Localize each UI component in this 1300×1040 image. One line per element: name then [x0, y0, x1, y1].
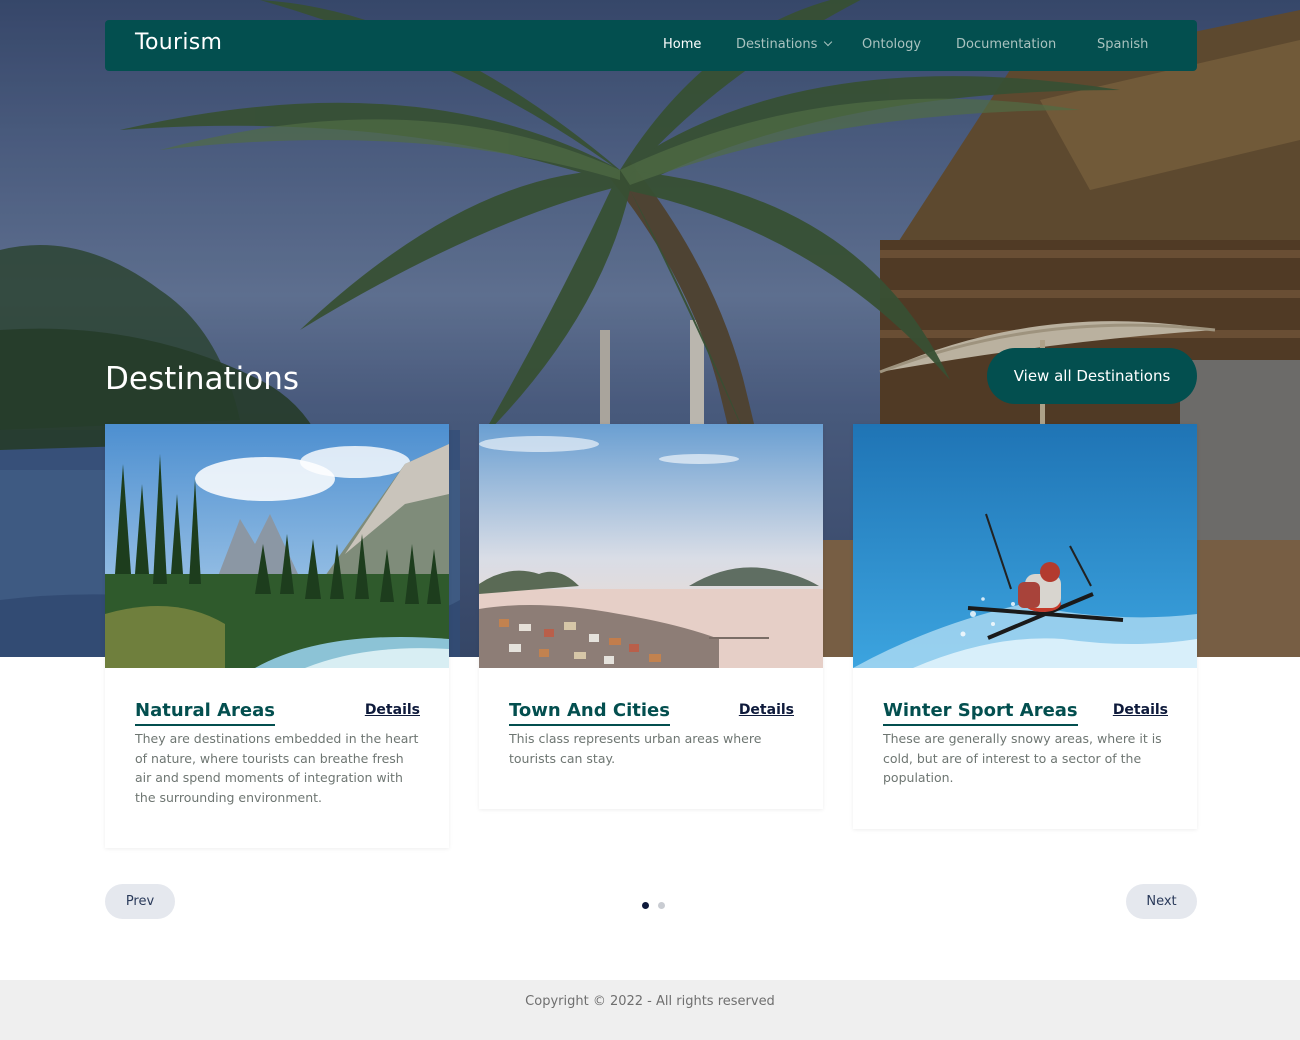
- details-link[interactable]: Details: [739, 702, 794, 718]
- nav-ontology[interactable]: Ontology: [862, 37, 921, 52]
- top-navbar: Tourism Home Destinations Ontology Docum…: [105, 20, 1197, 71]
- details-link[interactable]: Details: [365, 702, 420, 718]
- nav-home[interactable]: Home: [663, 37, 701, 52]
- nav-documentation[interactable]: Documentation: [956, 37, 1056, 52]
- details-link[interactable]: Details: [1113, 702, 1168, 718]
- card-image-town-and-cities: [479, 424, 823, 668]
- section-title: Destinations: [105, 361, 300, 397]
- card-title: Winter Sport Areas: [883, 700, 1078, 726]
- card-body: Winter Sport Areas Details These are gen…: [853, 668, 1197, 818]
- copyright-text: Copyright © 2022 - All rights reserved: [525, 994, 775, 1009]
- brand-logo[interactable]: Tourism: [135, 30, 222, 55]
- destination-card-natural-areas: Natural Areas Details They are destinati…: [105, 424, 449, 848]
- card-body: Natural Areas Details They are destinati…: [105, 668, 449, 837]
- view-all-destinations-button[interactable]: View all Destinations: [987, 348, 1197, 404]
- chevron-down-icon: [824, 37, 833, 47]
- nav-spanish[interactable]: Spanish: [1097, 37, 1148, 52]
- card-image-winter-sport-areas: [853, 424, 1197, 668]
- card-title: Natural Areas: [135, 700, 275, 726]
- destination-card-winter-sport-areas: Winter Sport Areas Details These are gen…: [853, 424, 1197, 829]
- next-button[interactable]: Next: [1126, 884, 1197, 919]
- nav-destinations[interactable]: Destinations: [736, 37, 833, 52]
- card-body: Town And Cities Details This class repre…: [479, 668, 823, 798]
- card-image-natural-areas: [105, 424, 449, 668]
- card-description: This class represents urban areas where …: [509, 731, 762, 766]
- card-description: They are destinations embedded in the he…: [135, 731, 419, 805]
- carousel-dot-1[interactable]: [642, 902, 649, 909]
- card-description: These are generally snowy areas, where i…: [883, 731, 1162, 785]
- prev-button[interactable]: Prev: [105, 884, 175, 919]
- card-title: Town And Cities: [509, 700, 670, 726]
- nav-destinations-label: Destinations: [736, 37, 818, 52]
- carousel-dot-2[interactable]: [658, 902, 665, 909]
- footer: Copyright © 2022 - All rights reserved: [0, 980, 1300, 1040]
- destination-card-town-and-cities: Town And Cities Details This class repre…: [479, 424, 823, 809]
